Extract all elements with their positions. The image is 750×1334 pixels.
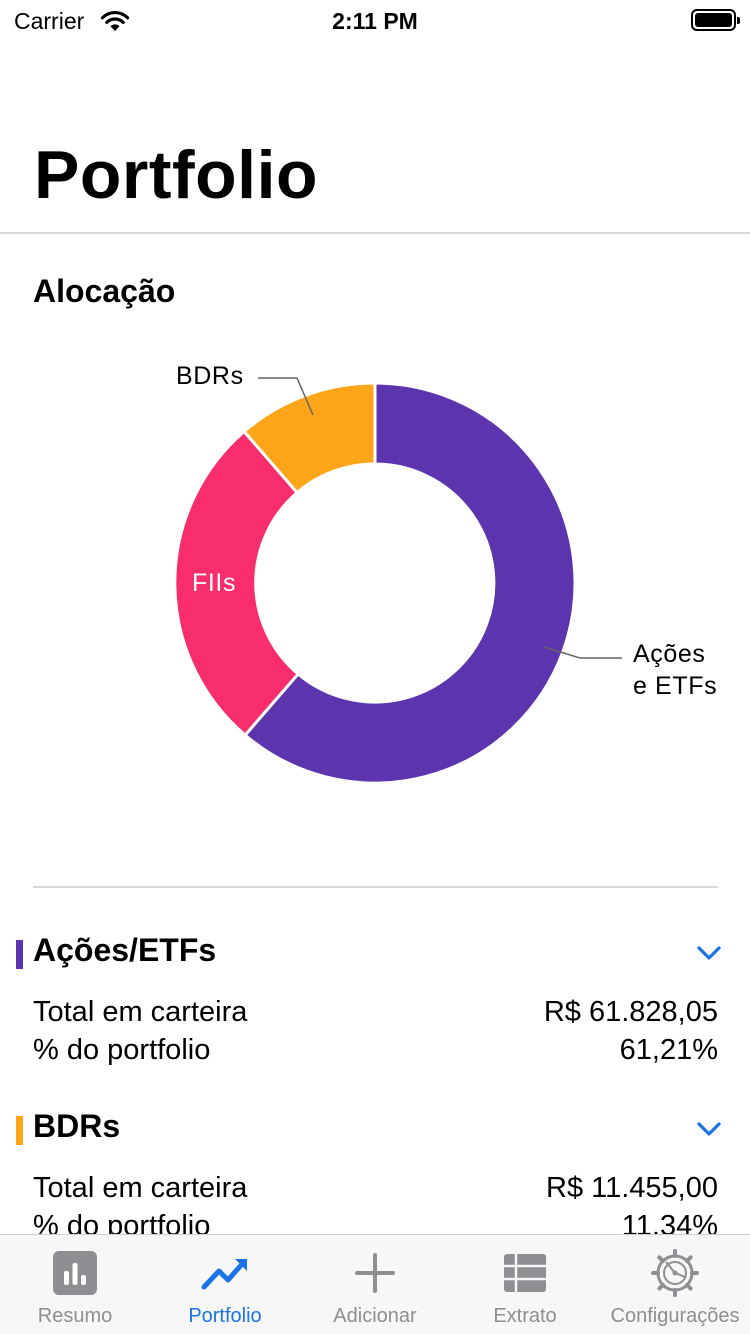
status-time: 2:11 PM (332, 8, 418, 34)
total-label: Total em carteira (33, 996, 248, 1028)
list-icon (504, 1254, 546, 1292)
slice-label-acoes-line2: e ETFs (633, 672, 718, 700)
section-divider (33, 886, 718, 888)
tab-label: Portfolio (188, 1305, 262, 1327)
tab-label: Extrato (493, 1305, 557, 1327)
category-color-marker (16, 1116, 23, 1145)
header-divider (0, 232, 750, 234)
tab-extrato[interactable]: Extrato (450, 1235, 600, 1334)
total-value: R$ 61.828,05 (543, 996, 718, 1028)
slice-label-acoes: Ações e ETFs (633, 638, 717, 702)
total-label: Total em carteira (33, 1172, 248, 1204)
allocation-title: Alocação (33, 273, 176, 309)
plus-icon (355, 1253, 395, 1293)
percent-label: % do portfolio (33, 1034, 211, 1066)
category-color-marker (16, 940, 23, 969)
slice-label-acoes-line1: Ações (633, 640, 706, 668)
bar-chart-icon (53, 1251, 97, 1295)
category-title: BDRs (33, 1108, 121, 1144)
allocation-donut-chart: BDRs FIIs Ações e ETFs (0, 320, 750, 860)
battery-icon (691, 9, 740, 31)
gear-icon (651, 1249, 699, 1297)
tab-label: Adicionar (333, 1305, 417, 1327)
status-bar: Carrier 2:11 PM (0, 0, 750, 40)
category-title: Ações/ETFs (33, 932, 217, 968)
tab-portfolio[interactable]: Portfolio (150, 1235, 300, 1334)
trending-up-icon (201, 1259, 247, 1290)
tab-configuracoes[interactable]: Configurações (600, 1235, 750, 1334)
chevron-down-icon[interactable] (694, 1114, 724, 1144)
tab-bar: Resumo Portfolio Adicionar Extrato Confi… (0, 1234, 750, 1334)
slice-label-bdrs: BDRs (176, 362, 244, 390)
percent-value: 61,21% (619, 1034, 718, 1066)
total-value: R$ 11.455,00 (546, 1172, 718, 1204)
page-title: Portfolio (34, 137, 319, 213)
tab-label: Resumo (37, 1305, 113, 1327)
tab-label: Configurações (610, 1305, 740, 1327)
tab-resumo[interactable]: Resumo (0, 1235, 150, 1334)
chevron-down-icon[interactable] (694, 938, 724, 968)
slice-label-fiis: FIIs (192, 569, 237, 597)
tab-adicionar[interactable]: Adicionar (300, 1235, 450, 1334)
